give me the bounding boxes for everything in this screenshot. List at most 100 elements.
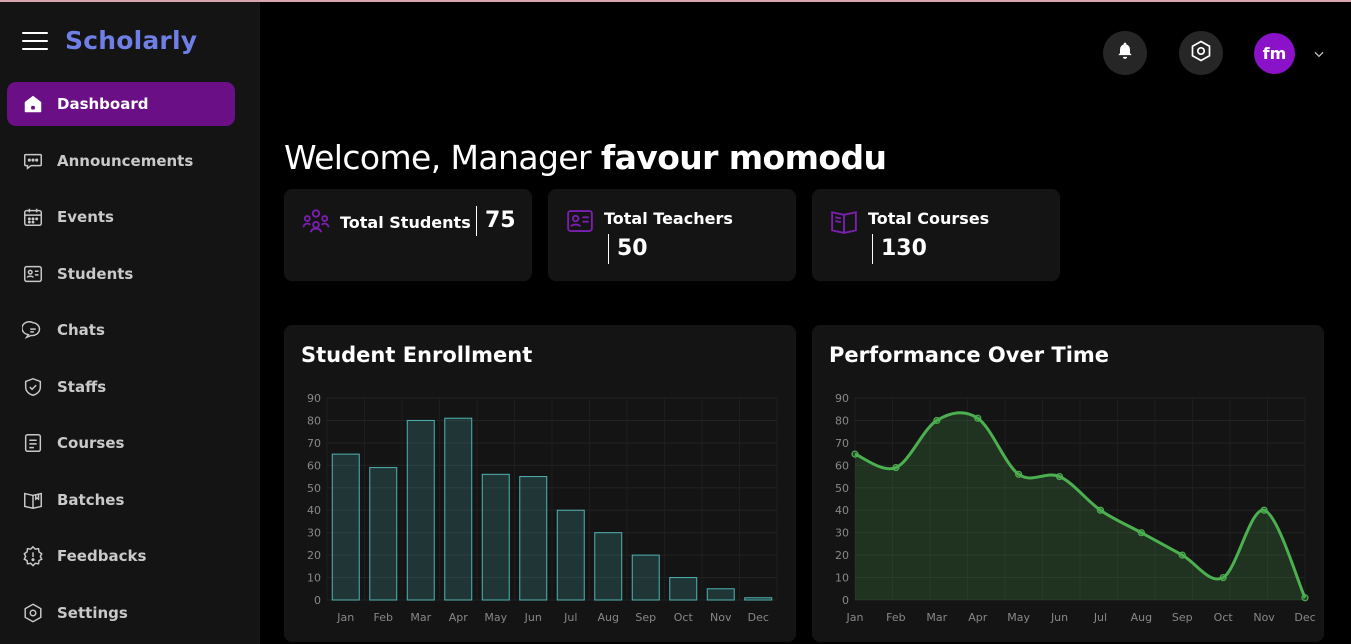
hamburger-menu-icon[interactable] (22, 31, 48, 50)
sidebar-item-events[interactable]: Events (7, 195, 235, 239)
bar-jun (519, 476, 548, 601)
y-tick-label: 80 (307, 414, 321, 427)
bar-sep (631, 554, 660, 601)
sidebar-item-feedbacks[interactable]: Feedbacks (7, 534, 235, 578)
welcome-prefix: Welcome, Manager (284, 138, 601, 177)
point-oct (1219, 573, 1227, 582)
y-tick-label: 20 (835, 549, 849, 562)
y-tick-label: 10 (835, 572, 849, 585)
book-open-icon (21, 488, 45, 512)
brand-logo: Scholarly (65, 26, 198, 55)
sidebar-item-students[interactable]: Students (7, 252, 235, 296)
stat-title: Total Teachers (604, 209, 733, 228)
message-dots-icon (21, 149, 45, 173)
x-tick-label: Apr (449, 611, 469, 624)
sidebar-item-dashboard[interactable]: Dashboard (7, 82, 235, 126)
point-mar (933, 416, 941, 425)
x-tick-label: Sep (635, 611, 656, 624)
sidebar-item-label: Staffs (57, 377, 107, 396)
x-tick-label: Mar (410, 611, 431, 624)
chart-title: Student Enrollment (301, 343, 533, 367)
x-tick-label: Mar (926, 611, 947, 624)
hex-settings-icon (21, 601, 45, 625)
book-icon (829, 206, 859, 240)
performance-panel: 0 10 20 30 40 50 60 70 80 90 Jan Feb Mar Apr May Jun Jul… (812, 325, 1324, 642)
stat-card-students: Total Students 75 (284, 189, 532, 281)
sidebar-item-batches[interactable]: Batches (7, 478, 235, 522)
sidebar: Scholarly Dashboard Announcements Events… (0, 2, 260, 644)
avatar[interactable]: fm (1254, 33, 1295, 74)
y-tick-label: 50 (835, 482, 849, 495)
sidebar-item-label: Announcements (57, 151, 194, 170)
bar-jul (556, 509, 585, 601)
bar-may (481, 473, 510, 601)
settings-button[interactable] (1179, 31, 1223, 75)
point-jan (851, 450, 859, 458)
x-tick-label: Jul (563, 611, 577, 624)
stat-title: Total Courses (868, 209, 990, 228)
point-nov (1260, 506, 1268, 514)
x-tick-label: Apr (968, 611, 988, 624)
x-tick-label: Jun (1050, 611, 1068, 624)
calendar-icon (21, 205, 45, 229)
x-tick-label: Jul (1093, 611, 1107, 624)
bar-oct (669, 577, 698, 601)
x-tick-label: Dec (1294, 611, 1315, 624)
y-tick-label: 60 (835, 459, 849, 472)
bar-apr (444, 417, 473, 601)
y-tick-label: 70 (307, 437, 321, 450)
sidebar-item-staffs[interactable]: Staffs (7, 365, 235, 409)
x-tick-label: Sep (1172, 611, 1193, 624)
teacher-id-icon (565, 206, 595, 240)
hex-settings-icon (1189, 39, 1213, 67)
home-icon (21, 92, 45, 116)
document-icon (21, 431, 45, 455)
x-tick-label: Aug (1131, 611, 1152, 624)
id-card-icon (21, 262, 45, 286)
sidebar-nav: Dashboard Announcements Events Students … (7, 82, 235, 644)
y-tick-label: 60 (307, 459, 321, 472)
stat-card-courses: Total Courses 130 (812, 189, 1060, 281)
sidebar-item-courses[interactable]: Courses (7, 421, 235, 465)
x-tick-label: Oct (674, 611, 694, 624)
x-tick-label: Nov (710, 611, 732, 624)
bar-aug (594, 532, 623, 601)
page-title: Welcome, Manager favour momodu (284, 138, 887, 177)
y-tick-label: 50 (307, 482, 321, 495)
sidebar-item-label: Batches (57, 490, 125, 509)
point-may (1015, 470, 1023, 478)
users-group-icon (301, 206, 331, 240)
sidebar-item-label: Feedbacks (57, 547, 147, 565)
sidebar-item-chats[interactable]: Chats (7, 308, 235, 352)
bar-feb (369, 467, 398, 601)
point-dec (1301, 594, 1309, 602)
y-tick-label: 0 (314, 594, 321, 607)
y-tick-label: 0 (842, 594, 849, 607)
notifications-button[interactable] (1103, 31, 1147, 75)
y-tick-label: 90 (307, 392, 321, 405)
bar-dec (744, 597, 773, 601)
user-name: favour momodu (600, 138, 887, 177)
sidebar-item-label: Students (57, 264, 134, 283)
student-enrollment-panel: 0 10 20 30 40 50 60 70 80 90 Jan Feb Mar Apr May Jun Jul… (284, 325, 796, 642)
x-tick-label: Feb (886, 611, 905, 624)
y-tick-label: 20 (307, 549, 321, 562)
point-sep (1178, 551, 1186, 559)
point-jul (1096, 506, 1105, 514)
sidebar-item-label: Events (57, 208, 114, 226)
chevron-down-icon[interactable] (1312, 46, 1326, 65)
y-tick-label: 40 (307, 504, 321, 517)
y-tick-label: 80 (835, 414, 849, 427)
stat-title: Total Students (340, 213, 471, 232)
sidebar-item-label: Courses (57, 434, 125, 452)
student-enrollment-chart: 0 10 20 30 40 50 60 70 80 90 Jan Feb Mar Apr May Jun Jul… (307, 392, 778, 624)
x-tick-label: Nov (1253, 611, 1275, 624)
sidebar-item-announcements[interactable]: Announcements (7, 139, 235, 183)
y-tick-label: 10 (307, 572, 321, 585)
x-tick-label: Aug (598, 611, 619, 624)
shield-check-icon (21, 375, 45, 399)
bar-mar (406, 419, 435, 601)
sidebar-item-settings[interactable]: Settings (7, 591, 235, 635)
stat-card-teachers: Total Teachers 50 (548, 189, 796, 281)
bell-icon (1115, 41, 1135, 65)
